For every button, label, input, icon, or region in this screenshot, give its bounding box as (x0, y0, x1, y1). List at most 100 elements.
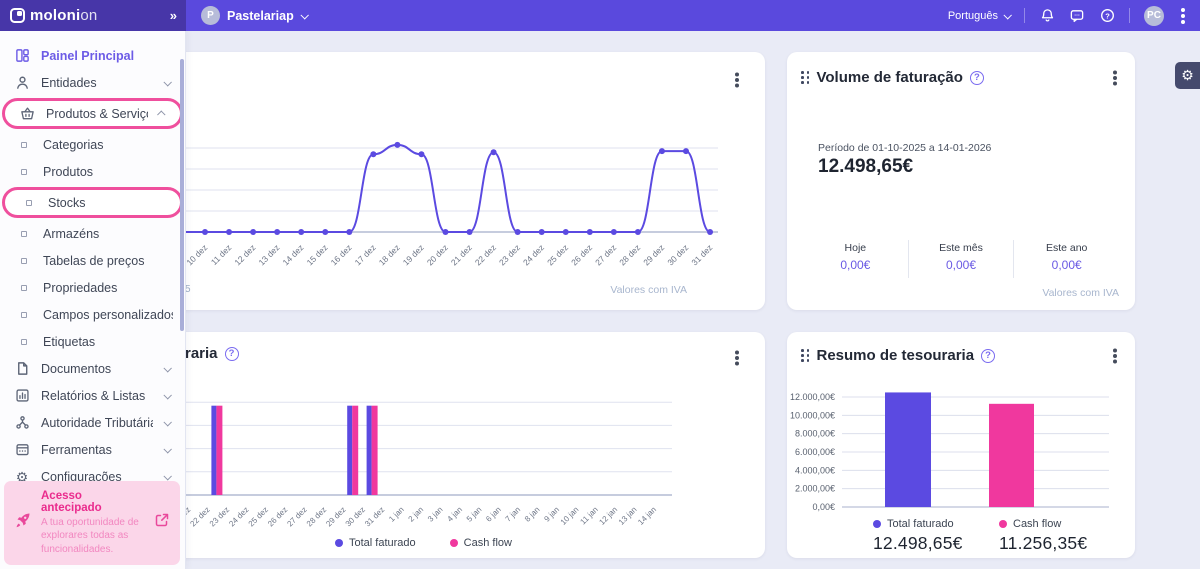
document-icon (14, 361, 30, 377)
top-bar: molonion » P Pastelariap Português ? (0, 0, 1200, 31)
sidebar-item-relat-rios-listas[interactable]: Relatórios & Listas (0, 382, 185, 409)
sidebar-item-label: Documentos (41, 362, 153, 376)
sidebar-item-tabelas-de-pre-os[interactable]: Tabelas de preços (0, 247, 185, 274)
svg-text:31 dez: 31 dez (689, 242, 714, 267)
promo-title: Acesso antecipado (41, 490, 145, 514)
legend-label: Total faturado (887, 518, 954, 530)
help-icon[interactable]: ? (970, 71, 984, 85)
chevron-down-icon (163, 78, 171, 86)
sidebar-item-stocks[interactable]: Stocks (5, 190, 180, 215)
sidebar-item-label: Campos personalizados (43, 308, 173, 322)
sidebar-scrollbar[interactable] (180, 59, 184, 331)
sidebar-item-documentos[interactable]: Documentos (0, 355, 185, 382)
svg-text:10 jan: 10 jan (559, 505, 581, 527)
early-access-banner[interactable]: Acesso antecipado A tua oportunidade de … (4, 481, 180, 566)
svg-text:24 dez: 24 dez (521, 242, 546, 267)
legend-total-faturado[interactable]: Total faturado (335, 537, 416, 549)
svg-text:11 jan: 11 jan (578, 505, 599, 526)
sidebar-collapse-button[interactable]: » (170, 8, 176, 23)
svg-text:28 dez: 28 dez (305, 505, 328, 528)
chevron-up-icon (157, 110, 165, 118)
moloni-logo[interactable]: molonion (10, 7, 97, 24)
user-avatar[interactable]: PC (1144, 6, 1164, 26)
svg-text:1 jan: 1 jan (387, 505, 406, 524)
moloni-logo-icon (10, 8, 25, 23)
svg-text:?: ? (1105, 11, 1110, 20)
treasury-summary-bar-chart: 12.000,00€10.000,00€8.000,00€6.000,00€4.… (787, 332, 1135, 516)
sidebar-item-produtos-servi-os[interactable]: Produtos & Serviços (5, 101, 180, 126)
svg-text:4.000,00€: 4.000,00€ (795, 465, 835, 475)
svg-text:28 dez: 28 dez (617, 242, 642, 267)
svg-text:20 dez: 20 dez (425, 242, 450, 267)
legend-label: Cash flow (464, 537, 512, 549)
divider (1024, 8, 1025, 23)
svg-text:12 dez: 12 dez (232, 242, 257, 267)
help-icon[interactable]: ? (1099, 8, 1115, 24)
sidebar-item-label: Ferramentas (41, 443, 153, 457)
chevron-down-icon (163, 472, 171, 480)
sidebar-nav: Painel PrincipalEntidades Produtos & Serv… (0, 31, 185, 490)
sidebar-item-entidades[interactable]: Entidades (0, 69, 185, 96)
more-options-icon[interactable] (1181, 14, 1185, 18)
external-link-icon[interactable] (154, 512, 170, 533)
pink-highlight-ring: Produtos & Serviços (2, 98, 183, 129)
top-bar-logo-segment: molonion » (0, 0, 186, 31)
language-label: Português (948, 10, 998, 22)
dashboard-settings-gear-icon[interactable]: ⚙ (1175, 62, 1200, 89)
svg-text:8.000,00€: 8.000,00€ (795, 429, 835, 439)
square-bullet-icon (26, 200, 32, 206)
square-bullet-icon (21, 142, 27, 148)
svg-text:31 dez: 31 dez (363, 505, 386, 528)
sidebar-item-painel-principal[interactable]: Painel Principal (0, 42, 185, 69)
svg-text:5 jan: 5 jan (465, 505, 484, 524)
svg-text:13 jan: 13 jan (617, 505, 639, 527)
stat-this-year: Este ano 0,00€ (1013, 240, 1119, 278)
dashboard-icon (14, 48, 30, 64)
sidebar-item-propriedades[interactable]: Propriedades (0, 274, 185, 301)
stat-this-month: Este mês 0,00€ (908, 240, 1014, 278)
chat-icon[interactable] (1069, 8, 1085, 24)
company-avatar: P (201, 6, 220, 25)
card-menu-icon[interactable] (1113, 76, 1117, 80)
svg-text:6 jan: 6 jan (484, 505, 503, 524)
legend-dot-icon (450, 539, 458, 547)
stats-row: Hoje 0,00€ Este mês 0,00€ Este ano 0,00€ (803, 240, 1119, 278)
sidebar-item-campos-personalizados[interactable]: Campos personalizados (0, 301, 185, 328)
sidebar-item-autoridade-tribut-ria[interactable]: Autoridade Tributária (0, 409, 185, 436)
svg-text:2 jan: 2 jan (407, 505, 426, 524)
values-with-vat-note: Valores com IVA (1042, 287, 1119, 299)
svg-text:26 dez: 26 dez (569, 242, 594, 267)
notifications-bell-icon[interactable] (1039, 8, 1055, 24)
drag-handle-icon[interactable] (801, 71, 810, 84)
promo-body: A tua oportunidade de explorares todas a… (41, 516, 145, 557)
svg-text:27 dez: 27 dez (285, 505, 308, 528)
svg-text:30 dez: 30 dez (665, 242, 690, 267)
sidebar-item-label: Tabelas de preços (43, 254, 173, 268)
legend-dot-icon (335, 539, 343, 547)
chevron-down-icon (300, 11, 308, 19)
sidebar-item-produtos[interactable]: Produtos (0, 158, 185, 185)
org-nodes-icon (14, 415, 30, 431)
svg-text:26 dez: 26 dez (266, 505, 289, 528)
chart-legend: Total faturado Cash flow (335, 537, 512, 549)
legend-cash-flow[interactable]: Cash flow (450, 537, 512, 549)
svg-text:2.000,00€: 2.000,00€ (795, 484, 835, 494)
svg-text:15 dez: 15 dez (305, 242, 330, 267)
values-with-vat-note: Valores com IVA (610, 284, 687, 296)
bar-chart-icon (14, 388, 30, 404)
sidebar-item-ferramentas[interactable]: Ferramentas (0, 436, 185, 463)
total-amount: 12.498,65€ (818, 156, 913, 178)
sidebar-item-etiquetas[interactable]: Etiquetas (0, 328, 185, 355)
sidebar-item-categorias[interactable]: Categorias (0, 131, 185, 158)
tools-icon (14, 442, 30, 458)
svg-text:14 jan: 14 jan (636, 505, 658, 527)
chevron-down-icon (163, 364, 171, 372)
sidebar-item-armaz-ns[interactable]: Armazéns (0, 220, 185, 247)
divider (1129, 8, 1130, 23)
chevron-down-icon (163, 418, 171, 426)
sidebar-item-label: Relatórios & Listas (41, 389, 153, 403)
square-bullet-icon (21, 231, 27, 237)
svg-text:14 dez: 14 dez (280, 242, 305, 267)
company-switcher[interactable]: P Pastelariap (201, 6, 307, 25)
language-selector[interactable]: Português (948, 10, 1010, 22)
